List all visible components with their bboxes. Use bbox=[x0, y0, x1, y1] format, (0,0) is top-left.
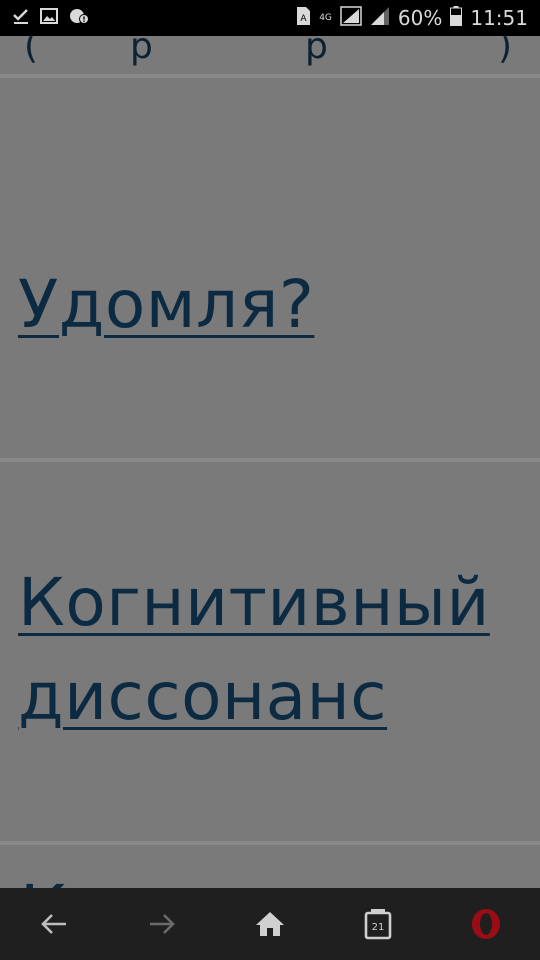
cut-off-text: ) bbox=[498, 36, 513, 67]
list-item[interactable]: К bbox=[0, 845, 540, 889]
cut-off-list-item: ( р р ) bbox=[0, 36, 540, 78]
tabs-button[interactable]: 21 bbox=[348, 894, 408, 954]
vpn-alert-icon bbox=[68, 7, 90, 29]
battery-icon bbox=[450, 5, 463, 31]
browser-bottom-bar: 21 bbox=[0, 888, 540, 960]
opera-logo-icon bbox=[472, 909, 500, 939]
home-button[interactable] bbox=[240, 894, 300, 954]
list-item[interactable]: Удомля? bbox=[0, 78, 540, 462]
home-icon bbox=[256, 912, 284, 936]
network-type: 4G bbox=[319, 12, 332, 23]
signal-icon-1 bbox=[340, 5, 362, 31]
forward-button[interactable] bbox=[132, 894, 192, 954]
clock: 11:51 bbox=[470, 6, 528, 30]
svg-text:A: A bbox=[301, 14, 308, 24]
notification-icons bbox=[12, 7, 90, 29]
system-status: A 4G 60% 11:51 bbox=[295, 5, 528, 31]
image-icon bbox=[40, 8, 58, 28]
tabs-count: 21 bbox=[371, 921, 385, 933]
article-list: ( р р ) Удомля? Когнитивный диссонанс К bbox=[0, 36, 540, 888]
battery-percent: 60% bbox=[397, 6, 443, 30]
cut-off-text: К bbox=[20, 877, 67, 889]
cut-off-text: р bbox=[130, 36, 153, 67]
cut-off-text: ( bbox=[24, 36, 39, 67]
signal-icon-2 bbox=[370, 6, 390, 31]
arrow-left-icon bbox=[41, 914, 66, 934]
back-button[interactable] bbox=[24, 894, 84, 954]
download-complete-icon bbox=[12, 7, 30, 29]
article-link[interactable]: Удомля? bbox=[18, 258, 314, 352]
opera-menu-button[interactable] bbox=[456, 894, 516, 954]
article-link[interactable]: Когнитивный диссонанс bbox=[18, 556, 528, 744]
sim-icon: A bbox=[295, 6, 311, 31]
cut-off-text: р bbox=[305, 36, 328, 67]
status-bar: A 4G 60% 11:51 bbox=[0, 0, 540, 36]
arrow-right-icon bbox=[150, 914, 175, 934]
list-item[interactable]: Когнитивный диссонанс bbox=[0, 462, 540, 845]
